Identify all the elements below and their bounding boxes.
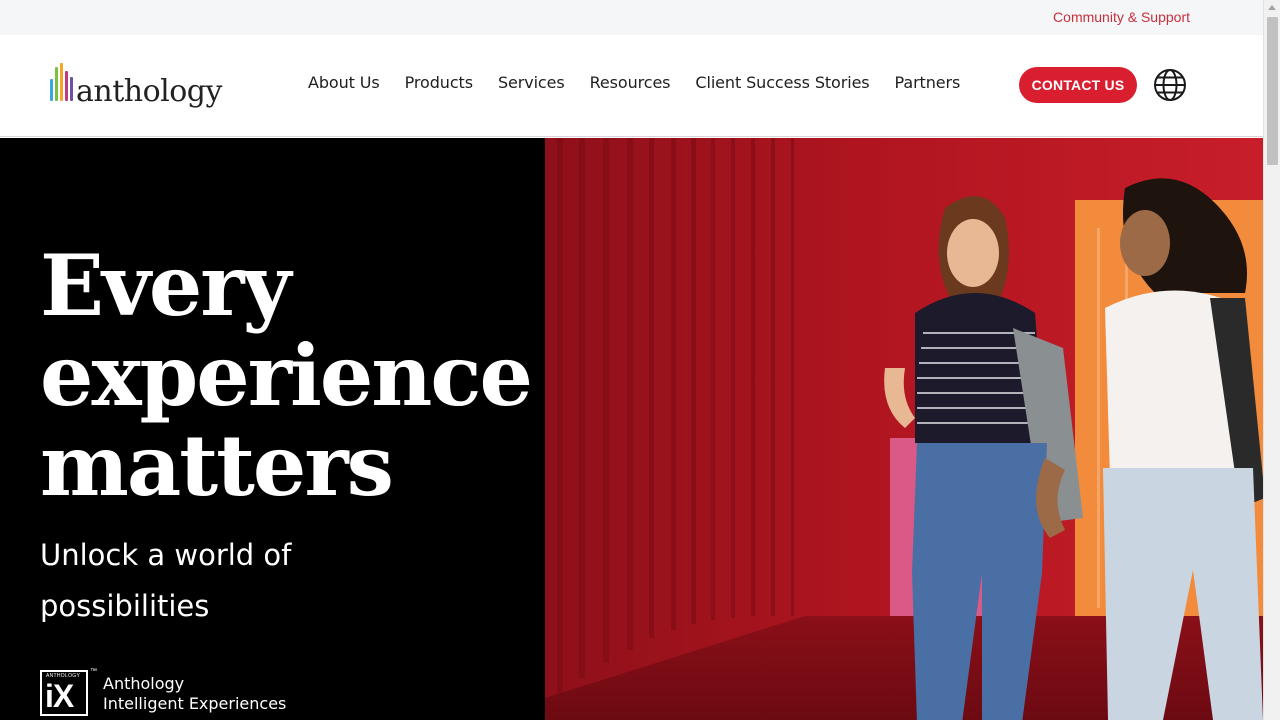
main-nav: About Us Products Services Resources Cli… <box>308 73 960 92</box>
hero-text-panel: Every experience matters Unlock a world … <box>0 138 545 720</box>
scroll-thumb[interactable] <box>1267 17 1278 165</box>
students-walking-illustration <box>545 138 1263 720</box>
hero-title-line: matters <box>40 416 394 515</box>
community-support-link[interactable]: Community & Support <box>1053 9 1190 25</box>
intelligent-experiences-badge[interactable]: ANTHOLOGY iX ™ Anthology Intelligent Exp… <box>40 668 286 716</box>
badge-line-1: Anthology <box>103 674 185 693</box>
nav-about-us[interactable]: About Us <box>308 73 380 92</box>
nav-partners[interactable]: Partners <box>895 73 961 92</box>
ix-logo-icon: ANTHOLOGY iX <box>40 670 88 716</box>
hero-subtitle: Unlock a world of possibilities <box>40 538 292 623</box>
hero-title-line: Every <box>40 236 291 335</box>
utility-bar: Community & Support <box>0 0 1263 35</box>
hero-section: Every experience matters Unlock a world … <box>0 138 1263 720</box>
contact-us-button[interactable]: CONTACT US <box>1019 67 1137 103</box>
badge-line-2: Intelligent Experiences <box>103 694 287 713</box>
nav-services[interactable]: Services <box>498 73 565 92</box>
nav-client-success-stories[interactable]: Client Success Stories <box>695 73 869 92</box>
badge-text: Anthology Intelligent Experiences <box>103 674 286 714</box>
nav-products[interactable]: Products <box>405 73 473 92</box>
logo-text: anthology <box>76 74 222 109</box>
scroll-up-icon[interactable] <box>1268 5 1276 10</box>
globe-icon[interactable] <box>1153 68 1187 102</box>
hero-image <box>545 138 1263 720</box>
site-header: anthology About Us Products Services Res… <box>0 35 1263 137</box>
hero-title: Every experience matters <box>40 236 533 515</box>
nav-resources[interactable]: Resources <box>590 73 671 92</box>
anthology-logo[interactable]: anthology <box>50 63 222 107</box>
logo-bars-icon <box>50 63 73 101</box>
hero-title-line: experience <box>40 326 533 425</box>
page-scrollbar[interactable] <box>1263 0 1280 720</box>
